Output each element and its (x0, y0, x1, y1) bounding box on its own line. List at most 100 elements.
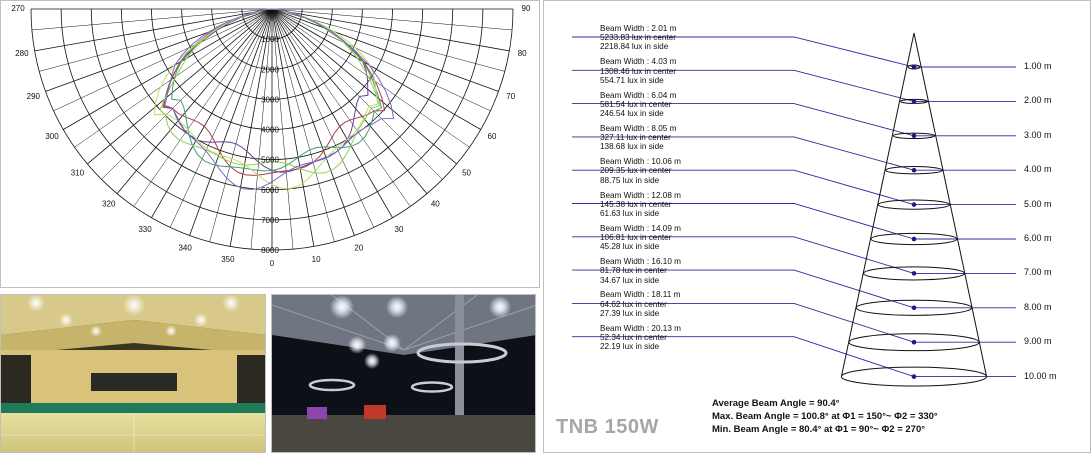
distance-label: 1.00 m (1024, 61, 1052, 71)
average-beam-angle: Average Beam Angle = 90.4° (712, 398, 840, 409)
angle-label: 300 (45, 132, 59, 141)
beam-width-text: Beam Width : 14.09 m (600, 223, 681, 233)
toll-gate-photo (271, 294, 536, 453)
beam-side-text: 554.71 lux in side (600, 75, 664, 85)
max-beam-angle: Max. Beam Angle = 100.8° at Φ1 = 150°~ Φ… (712, 411, 938, 422)
beam-level-label: Beam Width : 16.10 m 81.78 lux in center 3… (600, 257, 681, 285)
beam-center-text: 81.78 lux in center (600, 266, 667, 276)
angle-label: 340 (178, 244, 192, 253)
min-beam-angle: Min. Beam Angle = 80.4° at Φ1 = 90°~ Φ2 … (712, 424, 926, 435)
beam-level-label: Beam Width : 4.03 m 1308.46 lux in center… (600, 57, 676, 85)
distribution-curve (162, 8, 386, 176)
radial-label: 3000 (261, 95, 279, 104)
radial-label: 5000 (261, 156, 279, 165)
angle-label: 330 (138, 225, 152, 234)
beam-center-dot (911, 305, 917, 311)
beam-center-dot (911, 271, 917, 276)
gymnasium-photo (0, 294, 266, 453)
beam-side-text: 22.19 lux in side (600, 342, 660, 352)
cone-edge (840, 32, 915, 377)
beam-angle-stats: Average Beam Angle = 90.4° Max. Beam Ang… (712, 397, 938, 436)
radial-label: 4000 (261, 126, 279, 135)
beam-center-dot (911, 99, 917, 104)
angle-label: 70 (506, 92, 515, 101)
radial-label: 7000 (261, 216, 279, 225)
distance-label: 7.00 m (1024, 267, 1052, 278)
angle-label: 50 (462, 168, 471, 177)
beam-side-text: 45.28 lux in side (600, 242, 660, 252)
angle-label: 310 (71, 168, 85, 177)
beam-center-text: 209.35 lux in center (600, 166, 672, 176)
product-name: TNB 150W (556, 416, 659, 438)
angle-label: 60 (488, 132, 497, 141)
polar-spoke (189, 8, 273, 236)
toll-gate-image (272, 295, 535, 452)
beam-center-dot (911, 339, 917, 345)
beam-center-text: 145.38 lux in center (600, 199, 672, 209)
beam-side-text: 246.54 lux in side (600, 109, 664, 118)
beam-side-text: 88.75 lux in side (600, 175, 660, 185)
beam-side-text: 138.68 lux in side (600, 142, 664, 152)
beam-width-text: Beam Width : 12.08 m (600, 190, 681, 200)
beam-diagram-panel: Beam Width : 2.01 m 5233.83 lux in center… (543, 0, 1091, 453)
beam-level-label: Beam Width : 18.11 m 64.62 lux in center 2… (600, 290, 680, 318)
angle-label: 0 (270, 259, 275, 268)
beam-center-dot (911, 374, 917, 379)
beam-center-text: 5233.83 lux in center (600, 33, 677, 43)
beam-center-text: 52.34 lux in center (600, 332, 667, 342)
distance-label: 9.00 m (1024, 336, 1052, 347)
beam-center-dot (911, 133, 917, 139)
distance-label: 2.00 m (1024, 95, 1052, 106)
beam-width-text: Beam Width : 8.05 m (600, 123, 677, 133)
angle-label: 40 (431, 200, 440, 209)
beam-width-text: Beam Width : 20.13 m (600, 323, 681, 333)
beam-width-text: Beam Width : 18.11 m (600, 290, 681, 300)
distance-label: 10.00 m (1024, 370, 1057, 381)
polar-distribution-chart: 1000200030004000500060007000800090807060… (11, 4, 531, 268)
polar-spoke (271, 8, 499, 92)
angle-label: 320 (102, 200, 116, 209)
polar-spoke (271, 8, 335, 242)
beam-side-text: 27.39 lux in side (600, 308, 660, 318)
beam-level-label: Beam Width : 8.05 m 327.11 lux in center 1… (600, 124, 676, 152)
angle-label: 20 (354, 244, 363, 253)
beam-center-dot (911, 64, 917, 70)
radial-label: 8000 (261, 246, 279, 255)
angle-label: 290 (27, 92, 41, 101)
distance-label: 6.00 m (1024, 233, 1052, 243)
beam-side-text: 2218.84 lux in side (600, 42, 669, 52)
distance-label: 5.00 m (1024, 198, 1052, 209)
beam-width-text: Beam Width : 4.03 m (600, 57, 677, 67)
angle-label: 270 (11, 4, 25, 13)
beam-side-text: 61.63 lux in side (600, 208, 660, 218)
beam-level-label: Beam Width : 12.08 m 145.38 lux in center… (600, 191, 681, 219)
beam-width-text: Beam Width : 2.01 m (600, 24, 677, 33)
gymnasium-image (1, 295, 265, 452)
beam-side-text: 34.67 lux in side (600, 275, 660, 285)
beam-width-text: Beam Width : 6.04 m (600, 90, 677, 100)
beam-level-label: Beam Width : 2.01 m 5233.83 lux in center… (600, 24, 676, 52)
beam-level-label: Beam Width : 10.06 m 209.35 lux in center… (600, 157, 681, 185)
beam-level-label: Beam Width : 20.13 m 52.34 lux in center 2… (600, 324, 681, 352)
radial-label: 2000 (261, 65, 279, 74)
angle-label: 10 (312, 255, 321, 264)
beam-center-text: 1308.46 lux in center (600, 66, 677, 76)
beam-width-text: Beam Width : 10.06 m (600, 157, 681, 167)
distance-label: 4.00 m (1024, 164, 1052, 175)
distance-label: 8.00 m (1024, 301, 1052, 312)
beam-width-text: Beam Width : 16.10 m (600, 257, 681, 267)
distance-label: 3.00 m (1024, 129, 1052, 140)
beam-center-dot (911, 202, 917, 207)
polar-spoke (271, 8, 355, 236)
beam-level-label: Beam Width : 6.04 m 581.54 lux in center 2… (600, 91, 676, 119)
beam-center-text: 106.81 lux in center (600, 233, 672, 242)
angle-label: 280 (15, 49, 29, 58)
beam-center-dot (911, 167, 917, 173)
angle-label: 80 (518, 49, 527, 58)
polar-distribution-panel: 1000 2000 3000 4000 5000 6000 7000 8000 90 80 70 60… (0, 0, 540, 288)
angle-label: 30 (395, 225, 404, 234)
radial-label: 1000 (261, 35, 279, 44)
beam-center-text: 64.62 lux in center (600, 299, 667, 309)
angle-label: 90 (522, 4, 531, 13)
beam-center-dot (911, 236, 917, 242)
